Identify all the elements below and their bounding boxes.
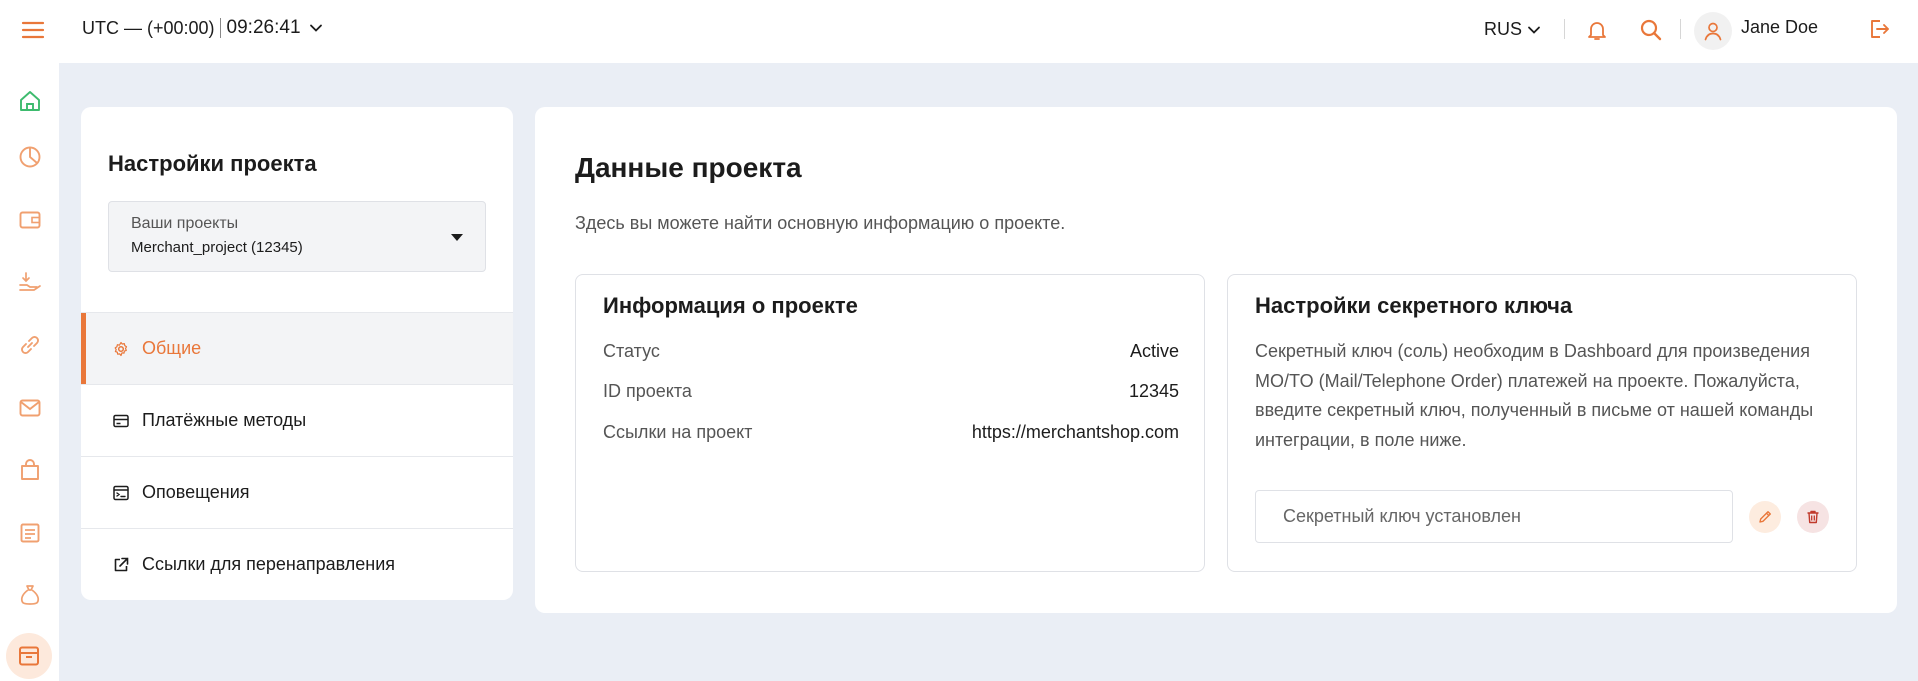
timezone-clock[interactable]: UTC — (+00:00) 09:26:41 xyxy=(82,17,323,39)
trash-icon xyxy=(1807,510,1819,524)
search-icon[interactable] xyxy=(1639,18,1663,47)
language-label: RUS xyxy=(1484,19,1523,39)
chevron-down-icon xyxy=(1528,26,1540,34)
timezone-label: UTC — (+00:00) xyxy=(82,17,215,38)
edit-secret-button[interactable] xyxy=(1749,501,1781,533)
menu-icon[interactable] xyxy=(20,19,46,41)
money-bag-icon[interactable] xyxy=(10,575,50,615)
page-subtitle: Здесь вы можете найти основную информаци… xyxy=(575,213,1066,233)
sidebar-rail xyxy=(0,63,59,681)
external-link-icon xyxy=(112,556,130,574)
pencil-icon xyxy=(1759,511,1771,523)
mail-icon[interactable] xyxy=(10,388,50,428)
project-id-value: 12345 xyxy=(1128,381,1179,401)
nav-item-notifications[interactable]: Оповещения xyxy=(81,456,513,528)
info-row-project-id: ID проекта 12345 xyxy=(603,381,1179,402)
info-row-status: Статус Active xyxy=(603,341,1179,362)
avatar[interactable] xyxy=(1694,12,1732,50)
status-value: Active xyxy=(1129,341,1179,361)
payout-icon[interactable] xyxy=(10,262,50,302)
project-select-value: Merchant_project (12345) xyxy=(131,239,303,256)
nav-item-redirect-links[interactable]: Ссылки для перенаправления xyxy=(81,528,513,600)
nav-item-label: Оповещения xyxy=(142,482,250,502)
divider xyxy=(1564,19,1565,39)
settings-nav: Общие Платёжные методы Оповещения Ссылки… xyxy=(81,312,513,600)
home-icon[interactable] xyxy=(10,81,50,121)
gear-icon xyxy=(112,340,130,358)
secret-key-card: Настройки секретного ключа Секретный клю… xyxy=(1227,274,1857,572)
secret-card-title: Настройки секретного ключа xyxy=(1255,293,1573,318)
pie-chart-icon[interactable] xyxy=(10,137,50,177)
logout-icon[interactable] xyxy=(1867,17,1891,46)
nav-item-general[interactable]: Общие xyxy=(81,312,513,384)
project-select-label: Ваши проекты xyxy=(131,215,239,232)
bell-icon[interactable] xyxy=(1585,18,1609,47)
nav-item-label: Ссылки для перенаправления xyxy=(142,554,396,574)
caret-down-icon xyxy=(451,234,463,241)
info-key: ID проекта xyxy=(603,381,692,401)
chevron-down-icon xyxy=(309,24,322,32)
delete-secret-button[interactable] xyxy=(1797,501,1829,533)
info-card-title: Информация о проекте xyxy=(603,293,858,318)
nav-item-payment-methods[interactable]: Платёжные методы xyxy=(81,384,513,456)
project-link-value[interactable]: https://merchantshop.com xyxy=(972,422,1179,443)
top-bar: UTC — (+00:00) 09:26:41 RUS Jane Doe xyxy=(0,0,1918,63)
divider xyxy=(1680,19,1681,39)
project-settings-panel: Настройки проекта Ваши проекты Merchant_… xyxy=(81,107,513,600)
shopping-bag-icon[interactable] xyxy=(10,450,50,490)
settings-title: Настройки проекта xyxy=(108,151,317,176)
link-icon[interactable] xyxy=(10,325,50,365)
page-title: Данные проекта xyxy=(575,152,802,183)
secret-key-field[interactable]: Секретный ключ установлен xyxy=(1255,490,1733,543)
info-key: Ссылки на проект xyxy=(603,422,753,442)
language-selector[interactable]: RUS xyxy=(1484,19,1541,40)
clock-time: 09:26:41 xyxy=(226,17,301,38)
card-icon xyxy=(112,412,130,430)
secret-description: Секретный ключ (соль) необходим в Dashbo… xyxy=(1255,341,1814,450)
report-icon[interactable] xyxy=(10,513,50,553)
wallet-icon[interactable] xyxy=(10,200,50,240)
info-row-project-links: Ссылки на проект https://merchantshop.co… xyxy=(603,422,1179,443)
divider xyxy=(219,18,221,38)
project-info-card: Информация о проекте Статус Active ID пр… xyxy=(575,274,1205,572)
user-icon xyxy=(1704,22,1722,41)
info-key: Статус xyxy=(603,341,660,361)
project-data-panel: Данные проекта Здесь вы можете найти осн… xyxy=(535,107,1897,613)
user-name[interactable]: Jane Doe xyxy=(1741,17,1818,38)
nav-item-label: Общие xyxy=(142,338,202,358)
archive-icon[interactable] xyxy=(6,633,52,679)
project-select[interactable]: Ваши проекты Merchant_project (12345) xyxy=(108,201,486,272)
nav-item-label: Платёжные методы xyxy=(142,410,307,430)
terminal-icon xyxy=(112,484,130,502)
